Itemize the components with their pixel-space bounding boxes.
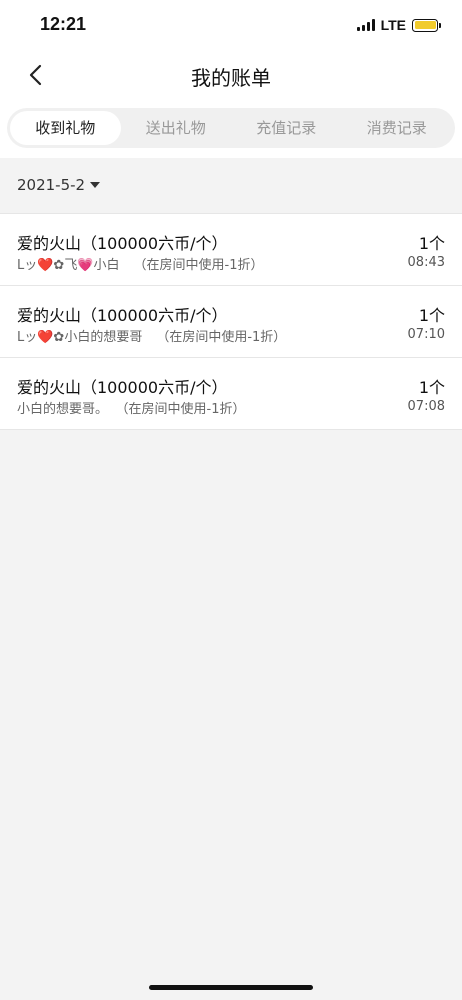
gift-title: 爱的火山（100000六币/个） <box>17 234 228 253</box>
network-label: LTE <box>380 17 406 33</box>
list-item[interactable]: 爱的火山（100000六币/个） Lッ❤️✿小白的想要哥 （在房间中使用-1折） … <box>0 286 462 358</box>
list-item[interactable]: 爱的火山（100000六币/个） Lッ❤️✿飞💗小白 （在房间中使用-1折） 1个… <box>0 214 462 286</box>
sender-name: Lッ❤️✿小白的想要哥 <box>17 330 143 345</box>
gift-detail: Lッ❤️✿飞💗小白 （在房间中使用-1折） <box>17 254 263 273</box>
gift-time: 07:10 <box>407 327 445 342</box>
gift-detail: 小白的想要哥。 （在房间中使用-1折） <box>17 398 245 417</box>
status-time: 12:21 <box>40 14 87 34</box>
gift-count: 1个 <box>418 234 445 253</box>
caret-down-icon <box>90 182 101 188</box>
sender-name: Lッ❤️✿飞💗小白 <box>17 258 120 273</box>
tab-bar: 收到礼物 送出礼物 充值记录 消费记录 <box>7 108 455 148</box>
gift-detail: Lッ❤️✿小白的想要哥 （在房间中使用-1折） <box>17 326 286 345</box>
battery-icon <box>412 18 441 32</box>
date-label: 2021-5-2 <box>17 176 86 194</box>
gift-count: 1个 <box>418 306 445 325</box>
page-title: 我的账单 <box>191 66 271 90</box>
status-bar: 12:21 LTE <box>0 0 462 50</box>
signal-icon <box>356 19 375 31</box>
gift-title: 爱的火山（100000六币/个） <box>17 378 228 397</box>
home-indicator[interactable] <box>149 985 313 990</box>
sender-name: 小白的想要哥。 <box>17 402 109 417</box>
battery-fill <box>414 21 436 29</box>
tab-recharge-records[interactable]: 充值记录 <box>231 111 342 145</box>
date-filter[interactable]: 2021-5-2 <box>17 176 101 194</box>
gift-title: 爱的火山（100000六币/个） <box>17 306 228 325</box>
gift-time: 07:08 <box>407 399 445 414</box>
list-item[interactable]: 爱的火山（100000六币/个） 小白的想要哥。 （在房间中使用-1折） 1个 0… <box>0 358 462 430</box>
usage-note: （在房间中使用-1折） <box>122 402 246 417</box>
usage-note: （在房间中使用-1折） <box>133 258 264 273</box>
gift-time: 08:43 <box>407 255 445 270</box>
status-indicators: LTE <box>356 17 441 33</box>
tab-sent-gifts[interactable]: 送出礼物 <box>121 111 232 145</box>
record-list: 爱的火山（100000六币/个） Lッ❤️✿飞💗小白 （在房间中使用-1折） 1个… <box>0 213 462 430</box>
gift-count: 1个 <box>418 378 445 397</box>
tab-received-gifts[interactable]: 收到礼物 <box>10 111 121 145</box>
nav-bar: 我的账单 <box>0 50 462 100</box>
usage-note: （在房间中使用-1折） <box>156 330 287 345</box>
tab-consumption-records[interactable]: 消费记录 <box>342 111 453 145</box>
